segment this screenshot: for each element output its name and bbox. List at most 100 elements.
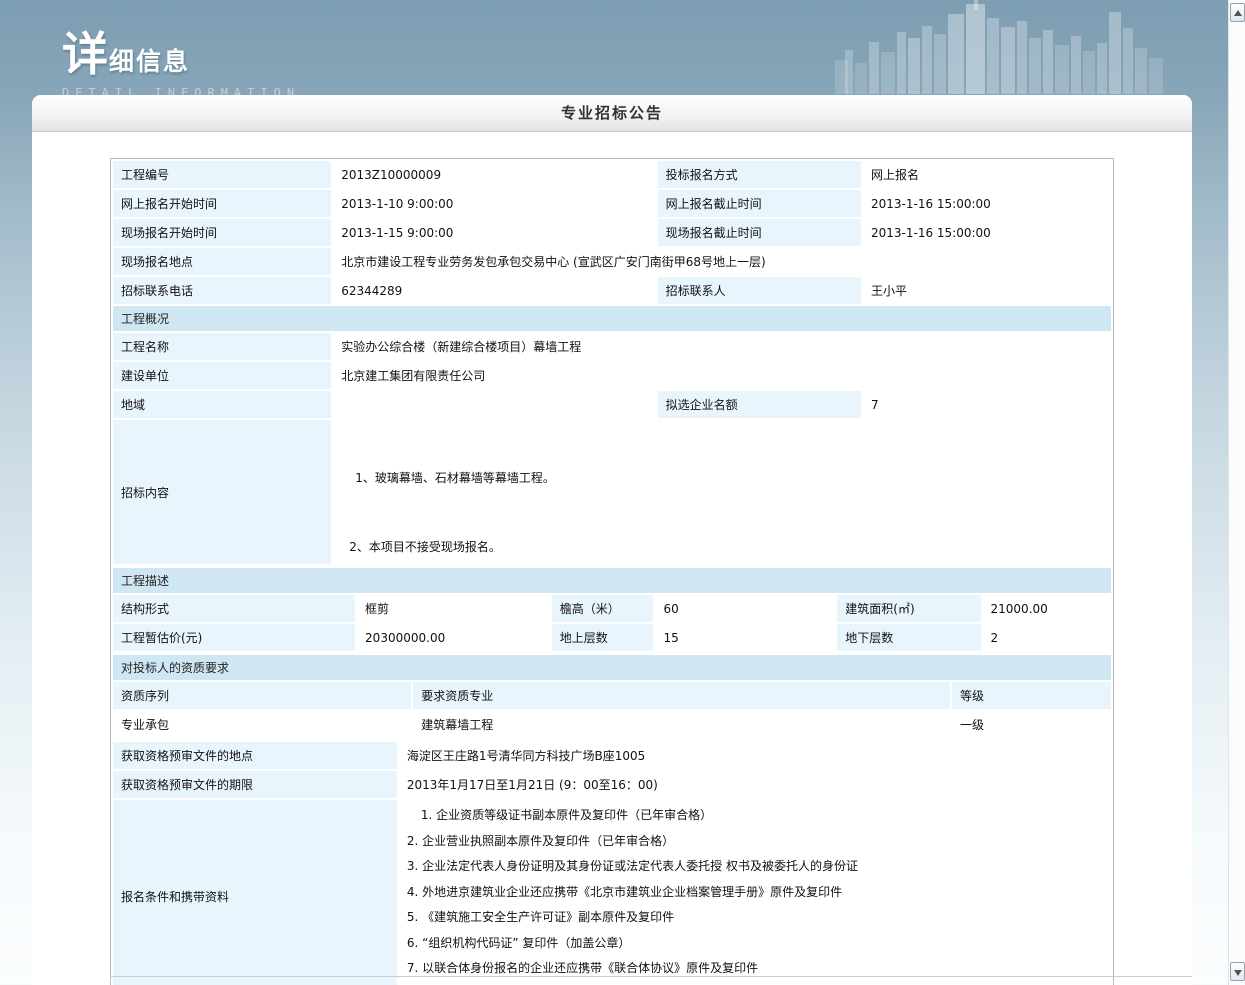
table-row: 地域 拟选企业名额 7	[113, 391, 1111, 418]
column-header: 等级	[952, 682, 1111, 709]
requirement-item: 3. 企业法定代表人身份证明及其身份证或法定代表人委托授 权书及被委托人的身份证	[407, 860, 1103, 873]
field-label: 地下层数	[837, 624, 980, 651]
cell-value: 一级	[952, 711, 1111, 738]
qualification-table: 对投标人的资质要求 资质序列 要求资质专业 等级 专业承包 建筑幕墙工程 一级	[111, 653, 1113, 740]
field-label: 建筑面积(㎡)	[837, 595, 980, 622]
arrow-up-icon	[1234, 10, 1242, 16]
field-value: 21000.00	[983, 595, 1111, 622]
field-value: 2013年1月17日至1月21日 (9：00至16：00)	[399, 771, 1111, 798]
table-row: 资质序列 要求资质专业 等级	[113, 682, 1111, 709]
requirement-item: 2. 企业营业执照副本原件及复印件（已年审合格）	[407, 835, 1103, 848]
field-value: 2013Z10000009	[333, 161, 655, 188]
bid-content-item: 1、玻璃幕墙、石材幕墙等幕墙工程。	[355, 469, 1103, 486]
vertical-scrollbar[interactable]	[1228, 0, 1245, 985]
cell-value: 建筑幕墙工程	[413, 711, 950, 738]
field-value: 2013-1-16 15:00:00	[863, 219, 1111, 246]
field-value: 20300000.00	[357, 624, 550, 651]
table-row: 结构形式 框剪 檐高（米） 60 建筑面积(㎡) 21000.00	[113, 595, 1111, 622]
cell-value: 专业承包	[113, 711, 411, 738]
table-row: 获取资格预审文件的地点 海淀区王庄路1号清华同方科技广场B座1005	[113, 742, 1111, 769]
field-label: 网上报名截止时间	[658, 190, 861, 217]
requirement-item: 7. 以联合体身份报名的企业还应携带《联合体协议》原件及复印件	[407, 962, 1103, 975]
content-panel: 专业招标公告 工程编号 2013Z10000009 投标报名方式 网上报名 网上…	[32, 95, 1192, 985]
table-row: 专业承包 建筑幕墙工程 一级	[113, 711, 1111, 738]
field-label: 现场报名开始时间	[113, 219, 331, 246]
field-value: 2	[983, 624, 1111, 651]
field-label: 工程暂估价(元)	[113, 624, 355, 651]
table-row: 工程概况	[113, 306, 1111, 331]
field-value	[333, 391, 655, 418]
bid-content-cell: 1、玻璃幕墙、石材幕墙等幕墙工程。 2、本项目不接受现场报名。	[333, 420, 1111, 564]
field-label: 投标报名方式	[658, 161, 861, 188]
field-label: 获取资格预审文件的地点	[113, 742, 397, 769]
page-header: 详细信息 DETAIL INFORMATION	[0, 0, 1228, 95]
field-label: 檐高（米）	[552, 595, 654, 622]
section-header-overview: 工程概况	[113, 306, 1111, 331]
site-logo: 详细信息 DETAIL INFORMATION	[62, 18, 300, 100]
logo-text-small: 细信息	[109, 47, 190, 76]
field-value: 7	[863, 391, 1111, 418]
page-title: 专业招标公告	[32, 95, 1192, 132]
field-value: 北京建工集团有限责任公司	[333, 362, 1111, 389]
arrow-down-icon	[1234, 970, 1242, 976]
field-label: 地上层数	[552, 624, 654, 651]
table-row: 获取资格预审文件的期限 2013年1月17日至1月21日 (9：00至16：00…	[113, 771, 1111, 798]
section-header-description: 工程描述	[113, 568, 1111, 593]
city-skyline-graphic	[835, 0, 1170, 94]
prequalification-table: 获取资格预审文件的地点 海淀区王庄路1号清华同方科技广场B座1005 获取资格预…	[111, 740, 1113, 985]
table-row: 对投标人的资质要求	[113, 655, 1111, 680]
requirements-list: 1. 企业资质等级证书副本原件及复印件（已年审合格） 2. 企业营业执照副本原件…	[399, 800, 1111, 985]
field-value: 实验办公综合楼（新建综合楼项目）幕墙工程	[333, 333, 1111, 360]
field-label: 招标联系电话	[113, 277, 331, 304]
table-row: 工程暂估价(元) 20300000.00 地上层数 15 地下层数 2	[113, 624, 1111, 651]
requirement-item: 1. 企业资质等级证书副本原件及复印件（已年审合格）	[407, 809, 1103, 822]
announcement-table: 工程编号 2013Z10000009 投标报名方式 网上报名 网上报名开始时间 …	[110, 158, 1114, 985]
field-value: 62344289	[333, 277, 655, 304]
column-header: 资质序列	[113, 682, 411, 709]
logo-text-big: 详	[62, 27, 109, 81]
field-label: 地域	[113, 391, 331, 418]
field-label: 招标联系人	[658, 277, 861, 304]
basic-info-table: 工程编号 2013Z10000009 投标报名方式 网上报名 网上报名开始时间 …	[111, 159, 1113, 566]
field-label: 报名条件和携带资料	[113, 800, 397, 985]
description-table: 工程描述 结构形式 框剪 檐高（米） 60 建筑面积(㎡) 21000.00 工…	[111, 566, 1113, 653]
field-label: 工程编号	[113, 161, 331, 188]
field-label: 结构形式	[113, 595, 355, 622]
scroll-up-button[interactable]	[1230, 3, 1245, 22]
requirement-item: 5. 《建筑施工安全生产许可证》副本原件及复印件	[407, 911, 1103, 924]
scroll-down-button[interactable]	[1230, 962, 1245, 981]
table-row: 现场报名地点 北京市建设工程专业劳务发包承包交易中心 (宣武区广安门南街甲68号…	[113, 248, 1111, 275]
field-value: 2013-1-10 9:00:00	[333, 190, 655, 217]
field-value: 网上报名	[863, 161, 1111, 188]
field-value: 2013-1-15 9:00:00	[333, 219, 655, 246]
table-row: 现场报名开始时间 2013-1-15 9:00:00 现场报名截止时间 2013…	[113, 219, 1111, 246]
field-value: 2013-1-16 15:00:00	[863, 190, 1111, 217]
bid-content-item: 2、本项目不接受现场报名。	[349, 538, 1103, 555]
field-label: 工程名称	[113, 333, 331, 360]
field-value: 15	[655, 624, 835, 651]
field-label: 现场报名地点	[113, 248, 331, 275]
field-label: 拟选企业名额	[658, 391, 861, 418]
field-label: 招标内容	[113, 420, 331, 564]
section-header-qualification: 对投标人的资质要求	[113, 655, 1111, 680]
table-row: 网上报名开始时间 2013-1-10 9:00:00 网上报名截止时间 2013…	[113, 190, 1111, 217]
field-value: 海淀区王庄路1号清华同方科技广场B座1005	[399, 742, 1111, 769]
table-row: 工程编号 2013Z10000009 投标报名方式 网上报名	[113, 161, 1111, 188]
requirement-item: 6. “组织机构代码证” 复印件（加盖公章）	[407, 937, 1103, 950]
field-value: 60	[655, 595, 835, 622]
table-row: 招标联系电话 62344289 招标联系人 王小平	[113, 277, 1111, 304]
table-row: 建设单位 北京建工集团有限责任公司	[113, 362, 1111, 389]
column-header: 要求资质专业	[413, 682, 950, 709]
field-label: 建设单位	[113, 362, 331, 389]
table-row: 招标内容 1、玻璃幕墙、石材幕墙等幕墙工程。 2、本项目不接受现场报名。	[113, 420, 1111, 564]
requirement-item: 4. 外地进京建筑业企业还应携带《北京市建筑业企业档案管理手册》原件及复印件	[407, 886, 1103, 899]
field-label: 获取资格预审文件的期限	[113, 771, 397, 798]
table-row: 报名条件和携带资料 1. 企业资质等级证书副本原件及复印件（已年审合格） 2. …	[113, 800, 1111, 985]
panel-bottom-divider	[110, 976, 1192, 977]
field-value: 王小平	[863, 277, 1111, 304]
table-row: 工程描述	[113, 568, 1111, 593]
field-value: 框剪	[357, 595, 550, 622]
table-row: 工程名称 实验办公综合楼（新建综合楼项目）幕墙工程	[113, 333, 1111, 360]
field-label: 网上报名开始时间	[113, 190, 331, 217]
field-label: 现场报名截止时间	[658, 219, 861, 246]
